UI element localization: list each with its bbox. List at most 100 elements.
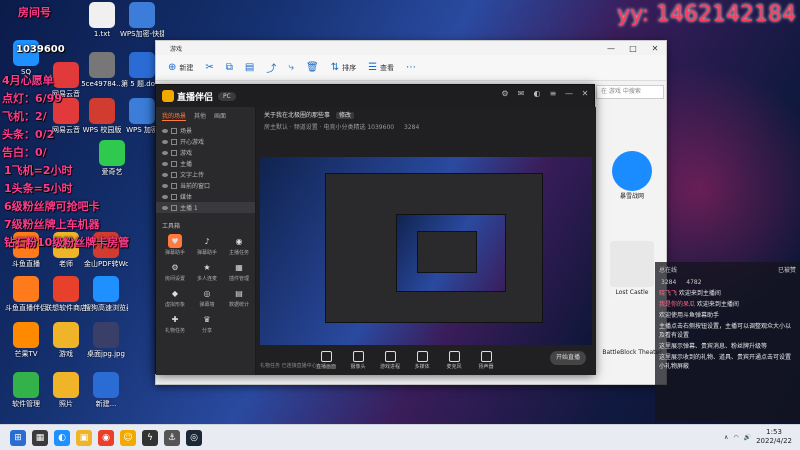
- toolbar-button[interactable]: 🗑: [306, 62, 319, 73]
- sidebar-tab[interactable]: 画面: [214, 111, 226, 121]
- chat-message: 晓飞飞 欢迎来到主播间: [655, 288, 800, 299]
- desktop-icon[interactable]: WPS 校园版: [80, 98, 124, 134]
- app-icon: [13, 276, 39, 302]
- desktop-icon[interactable]: 斗鱼直播伴侣: [4, 276, 48, 312]
- taskbar-app-icon[interactable]: ☺: [120, 429, 136, 446]
- app-icon: [53, 276, 79, 302]
- minimize-icon[interactable]: —: [600, 41, 622, 55]
- close-icon[interactable]: ✕: [644, 41, 666, 55]
- eye-icon[interactable]: [162, 128, 168, 133]
- eye-icon[interactable]: [162, 161, 168, 166]
- tool-button[interactable]: ◉ 主播任务: [224, 234, 254, 257]
- desktop-icon[interactable]: 软件管理: [4, 372, 48, 408]
- eye-icon[interactable]: [162, 139, 168, 144]
- mail-icon[interactable]: ✉: [516, 89, 526, 99]
- desktop-icon[interactable]: 桌面jpg.jpg: [84, 322, 128, 358]
- eye-icon[interactable]: [162, 183, 168, 188]
- toolbar-button[interactable]: ⋯: [406, 62, 416, 73]
- scene-item[interactable]: 文字上传: [156, 169, 255, 180]
- tool-button[interactable]: ◆ 虚拟形象: [160, 286, 190, 309]
- file-item[interactable]: Lost Castle: [602, 241, 662, 296]
- desktop-icon[interactable]: 联想软件商店: [44, 276, 88, 312]
- toolbar-button[interactable]: ⇅ 排序: [331, 62, 356, 73]
- tool-button[interactable]: ★ 多人连麦: [192, 260, 222, 283]
- scene-item[interactable]: 主播 1: [156, 202, 255, 213]
- scene-item[interactable]: 当前的窗口: [156, 180, 255, 191]
- toolbar-button[interactable]: ⊕ 新建: [168, 62, 193, 73]
- taskbar-app-icon[interactable]: ▣: [76, 429, 92, 446]
- tool-button[interactable]: ♪ 弹幕助手: [192, 234, 222, 257]
- desktop-icon[interactable]: 游戏: [44, 322, 88, 358]
- logo-icon: [162, 90, 174, 102]
- file-item[interactable]: 暴雪战网: [602, 151, 662, 200]
- toolbar-button[interactable]: ⧉: [226, 62, 233, 73]
- clock-date: 2022/4/22: [756, 437, 792, 445]
- settings-icon[interactable]: ⚙: [500, 89, 510, 99]
- minimize-icon[interactable]: —: [564, 89, 574, 99]
- edit-title-button[interactable]: 修改: [335, 112, 354, 119]
- chat-message: 这里展示收到的礼物、道具、贵宾开通点击可设置小礼物屏蔽: [655, 352, 800, 372]
- pc-pill[interactable]: PC: [218, 91, 236, 101]
- taskbar-app-icon[interactable]: ϟ: [142, 429, 158, 446]
- scene-item[interactable]: 媒体: [156, 191, 255, 202]
- toolbar-button[interactable]: ⤴: [266, 60, 276, 75]
- eye-icon[interactable]: [162, 150, 168, 155]
- scene-item[interactable]: 场景: [156, 125, 255, 136]
- nested-preview-window: [325, 173, 543, 323]
- eye-icon[interactable]: [162, 205, 168, 210]
- toolbar-label: 排序: [342, 63, 357, 72]
- scene-item[interactable]: 主播: [156, 158, 255, 169]
- desktop-icon[interactable]: 5ce49784...: [80, 52, 124, 88]
- desktop-icon[interactable]: 1.txt: [80, 2, 124, 38]
- sidebar-tab[interactable]: 我的场景: [162, 111, 187, 121]
- explorer-search-input[interactable]: 在 游戏 中搜索: [596, 85, 664, 99]
- desktop-icon[interactable]: WPS加密-快捷方式: [120, 2, 164, 38]
- taskbar-app-icon[interactable]: ⊞: [10, 429, 26, 446]
- sidebar-tab[interactable]: 其他: [194, 111, 206, 121]
- toolbar-button[interactable]: ⤷: [288, 62, 294, 73]
- desktop-icon[interactable]: 搜狗高速浏览器: [84, 276, 128, 312]
- desktop-icon[interactable]: 芒果TV: [4, 322, 48, 358]
- menu-icon[interactable]: ≡: [548, 89, 558, 99]
- tool-button[interactable]: ✚ 礼物任务: [160, 312, 190, 335]
- wifi-icon[interactable]: ◠: [733, 434, 738, 441]
- tool-button[interactable]: ▦ 插件管理: [224, 260, 254, 283]
- file-item[interactable]: BattleBlock Theater: [602, 301, 662, 356]
- taskbar-app-icon[interactable]: ▦: [32, 429, 48, 446]
- tool-icon: ◆: [171, 288, 179, 298]
- tool-icon: ♥: [168, 234, 182, 248]
- tool-button[interactable]: ♛ 分享: [192, 312, 222, 335]
- tool-button[interactable]: ▤ 数据统计: [224, 286, 254, 309]
- desktop-icon[interactable]: 照片: [44, 372, 88, 408]
- toolbar-button[interactable]: ✂: [205, 62, 213, 73]
- close-icon[interactable]: ✕: [580, 89, 590, 99]
- tool-button[interactable]: ⚙ 房间设置: [160, 260, 190, 283]
- toolbar-button[interactable]: ☰ 查看: [368, 62, 394, 73]
- tool-button[interactable]: ♥ 弹幕助手: [160, 234, 190, 256]
- taskbar-app-icon[interactable]: ◐: [54, 429, 70, 446]
- chevron-up-icon[interactable]: ∧: [724, 434, 728, 441]
- scene-item[interactable]: 游戏: [156, 147, 255, 158]
- eye-icon[interactable]: [162, 194, 168, 199]
- tool-button[interactable]: ◎ 弹幕墙: [192, 286, 222, 309]
- toolbar-icon: ⋯: [406, 62, 417, 73]
- desktop-icon[interactable]: 新建...: [84, 372, 128, 408]
- stream-preview[interactable]: [260, 157, 592, 345]
- clock[interactable]: 1:53 2022/4/22: [756, 428, 792, 446]
- file-thumbnail: [612, 151, 652, 191]
- tool-icon: ◎: [203, 288, 211, 298]
- app-icon: [93, 372, 119, 398]
- taskbar-app-icon[interactable]: ◉: [98, 429, 114, 446]
- wishlist-line: 6级粉丝牌可抢吧卡: [4, 200, 100, 213]
- volume-icon[interactable]: 🔊: [744, 434, 751, 441]
- taskbar-app-icon[interactable]: ◎: [186, 429, 202, 446]
- maximize-icon[interactable]: □: [622, 41, 644, 55]
- taskbar-app-icon[interactable]: ⚓: [164, 429, 180, 446]
- eye-icon[interactable]: [162, 172, 168, 177]
- streaming-app-window[interactable]: 直播伴侣 PC ⚙ ✉ ◐ ≡ — ✕ 我的场景 其他 画面 场景 开心游戏 游戏 主播文…: [155, 84, 596, 375]
- scene-item[interactable]: 开心游戏: [156, 136, 255, 147]
- chat-text: 这里展示弹幕、贵宾消息、粉丝牌升级等: [659, 343, 768, 350]
- desktop-icon[interactable]: 爱奇艺: [90, 140, 134, 176]
- toolbar-button[interactable]: ▤: [245, 62, 254, 73]
- skin-icon[interactable]: ◐: [532, 89, 542, 99]
